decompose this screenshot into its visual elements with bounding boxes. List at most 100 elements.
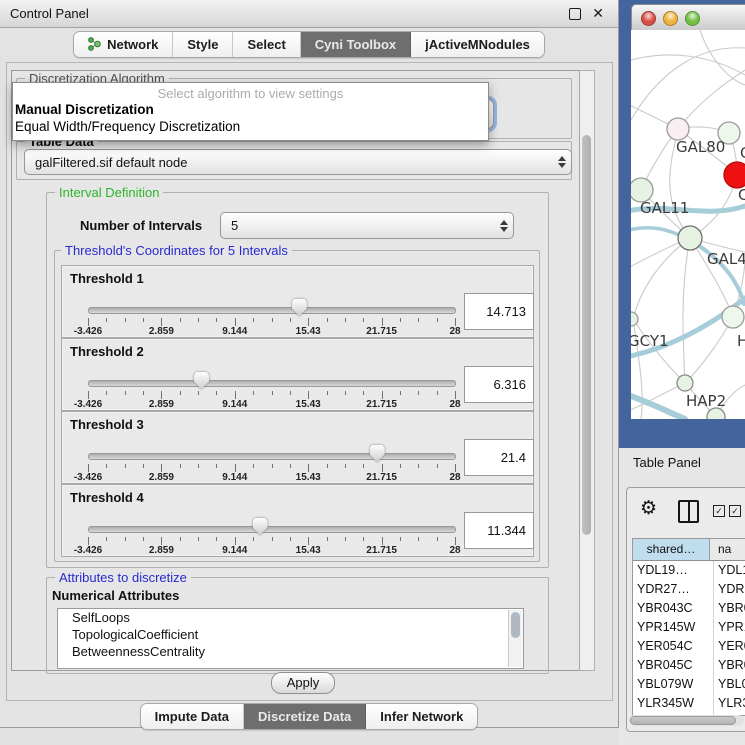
threshold-value-field[interactable]: 11.344: [464, 512, 534, 549]
threshold-slider-track[interactable]: [88, 526, 456, 533]
table-row[interactable]: YBR045CYBR0: [633, 656, 745, 675]
tab-label: Impute Data: [155, 709, 229, 724]
tab-cyni-toolbox[interactable]: Cyni Toolbox: [301, 32, 411, 57]
close-traffic-light[interactable]: [641, 11, 656, 26]
threshold-slider-track[interactable]: [88, 453, 456, 460]
cell-name[interactable]: YLR3: [714, 694, 745, 713]
control-panel-titlebar[interactable]: Control Panel ✕: [0, 0, 618, 28]
cell-name[interactable]: YBL0: [714, 675, 745, 694]
network-node[interactable]: [678, 226, 702, 250]
attribute-item-selfloops[interactable]: SelfLoops: [58, 609, 523, 626]
checkbox-icon[interactable]: ✓: [713, 505, 725, 517]
table-row[interactable]: YLR345WYLR3: [633, 694, 745, 713]
close-icon[interactable]: ✕: [592, 0, 604, 27]
tab-network[interactable]: Network: [74, 32, 173, 57]
control-panel-tabbar: Network Style Select Cyni Toolbox jActiveMNo…: [0, 31, 618, 58]
table-row[interactable]: YBL079WYBL0: [633, 675, 745, 694]
combobox-arrows-icon: [553, 156, 571, 168]
checkbox-icon[interactable]: ✓: [729, 505, 741, 517]
threshold-slider-thumb[interactable]: [194, 372, 209, 389]
cell-shared-name[interactable]: YBL079W: [633, 675, 714, 694]
gear-icon[interactable]: ⚙: [640, 499, 657, 518]
threshold-panel-3: Threshold 3-3.4262.8599.14415.4321.71528…: [61, 411, 534, 484]
cell-shared-name[interactable]: YBR043C: [633, 599, 714, 618]
cell-shared-name[interactable]: YLR345W: [633, 694, 714, 713]
slider-thumb-shape: [292, 299, 307, 316]
network-canvas[interactable]: GAL80GACGAL11GAL4GCY1HHAP2: [631, 30, 745, 419]
tab-label: Network: [107, 37, 158, 52]
network-node[interactable]: [631, 312, 638, 326]
tab-style[interactable]: Style: [173, 32, 233, 57]
table-data-combobox[interactable]: galFiltered.sif default node: [24, 149, 572, 175]
network-window-frame[interactable]: GAL80GACGAL11GAL4GCY1HHAP2: [619, 0, 745, 448]
numerical-attributes-list[interactable]: SelfLoopsTopologicalCoefficientBetweenne…: [57, 608, 524, 669]
cell-name[interactable]: YBR0: [714, 599, 745, 618]
network-node[interactable]: [677, 375, 693, 391]
table-row[interactable]: YER054CYER0: [633, 637, 745, 656]
list-scrollbar[interactable]: [508, 610, 522, 667]
vertical-scrollbar-thumb[interactable]: [582, 135, 591, 535]
attribute-item-topologicalcoefficient[interactable]: TopologicalCoefficient: [58, 626, 523, 643]
cell-shared-name[interactable]: YDR27…: [633, 580, 714, 599]
cell-name[interactable]: YBR0: [714, 656, 745, 675]
node-label-ga: GA: [740, 144, 745, 162]
table-data-combobox-value: galFiltered.sif default node: [25, 155, 553, 170]
table-row[interactable]: YDL19…YDL1: [633, 561, 745, 580]
number-of-intervals-combobox[interactable]: 5: [220, 212, 514, 239]
float-window-icon[interactable]: [569, 8, 581, 20]
cell-name[interactable]: YER0: [714, 637, 745, 656]
tab-impute-data[interactable]: Impute Data: [141, 704, 244, 729]
threshold-slider-track[interactable]: [88, 380, 456, 387]
apply-button[interactable]: Apply: [271, 672, 335, 694]
table-row[interactable]: YBR043CYBR0: [633, 599, 745, 618]
node-attribute-table: shared… na YDL19…YDL1YDR27…YDR2YBR043CYB…: [632, 538, 745, 716]
node-label-gal4: GAL4: [707, 250, 745, 268]
split-panel-icon[interactable]: [678, 500, 699, 523]
cell-name[interactable]: YDL1: [714, 561, 745, 580]
algorithm-option-equal-width-frequency-discretization[interactable]: Equal Width/Frequency Discretization: [13, 118, 488, 135]
cell-name[interactable]: YPR1: [714, 618, 745, 637]
table-row[interactable]: YDR27…YDR2: [633, 580, 745, 599]
node-label-h: H: [737, 332, 745, 350]
cell-shared-name[interactable]: YER054C: [633, 637, 714, 656]
threshold-slider-thumb[interactable]: [370, 445, 385, 462]
threshold-value-field[interactable]: 21.4: [464, 439, 534, 476]
tab-infer-network[interactable]: Infer Network: [366, 704, 477, 729]
cell-name[interactable]: YDR2: [714, 580, 745, 599]
slider-tick-labels: -3.4262.8599.14415.4321.71528: [88, 326, 455, 337]
column-header-name[interactable]: na: [710, 539, 745, 560]
horizontal-scrollbar[interactable]: [629, 715, 744, 726]
threshold-label: Threshold 4: [70, 490, 144, 505]
slider-tick-labels: -3.4262.8599.14415.4321.71528: [88, 545, 455, 556]
network-node[interactable]: [667, 118, 689, 140]
zoom-traffic-light[interactable]: [685, 11, 700, 26]
slider-thumb-shape: [253, 518, 268, 535]
threshold-label: Threshold 2: [70, 344, 144, 359]
minimize-traffic-light[interactable]: [663, 11, 678, 26]
horizontal-scrollbar-thumb[interactable]: [630, 716, 736, 725]
table-row[interactable]: YPR145WYPR1: [633, 618, 745, 637]
network-node[interactable]: [722, 306, 744, 328]
algorithm-option-manual-discretization[interactable]: Manual Discretization: [13, 101, 488, 118]
network-node[interactable]: [724, 162, 745, 188]
cell-shared-name[interactable]: YBR045C: [633, 656, 714, 675]
attribute-item-betweennesscentrality[interactable]: BetweennessCentrality: [58, 643, 523, 660]
tab-label: jActiveMNodules: [425, 37, 530, 52]
threshold-value-field[interactable]: 14.713: [464, 293, 534, 330]
network-edges: [631, 30, 745, 419]
tab-select[interactable]: Select: [233, 32, 300, 57]
threshold-value-field[interactable]: 6.316: [464, 366, 534, 403]
network-window-titlebar[interactable]: [631, 4, 745, 32]
tab-label: Style: [187, 37, 218, 52]
cell-shared-name[interactable]: YDL19…: [633, 561, 714, 580]
tab-discretize-data[interactable]: Discretize Data: [244, 704, 366, 729]
cell-shared-name[interactable]: YPR145W: [633, 618, 714, 637]
node-label-hap2: HAP2: [686, 392, 726, 410]
tab-jactivemnodules[interactable]: jActiveMNodules: [411, 32, 544, 57]
threshold-slider-thumb[interactable]: [253, 518, 268, 535]
vertical-scrollbar[interactable]: [579, 70, 595, 671]
threshold-slider-thumb[interactable]: [292, 299, 307, 316]
column-header-shared-name[interactable]: shared…: [633, 539, 710, 560]
tab-label: Select: [247, 37, 285, 52]
threshold-slider-track[interactable]: [88, 307, 456, 314]
